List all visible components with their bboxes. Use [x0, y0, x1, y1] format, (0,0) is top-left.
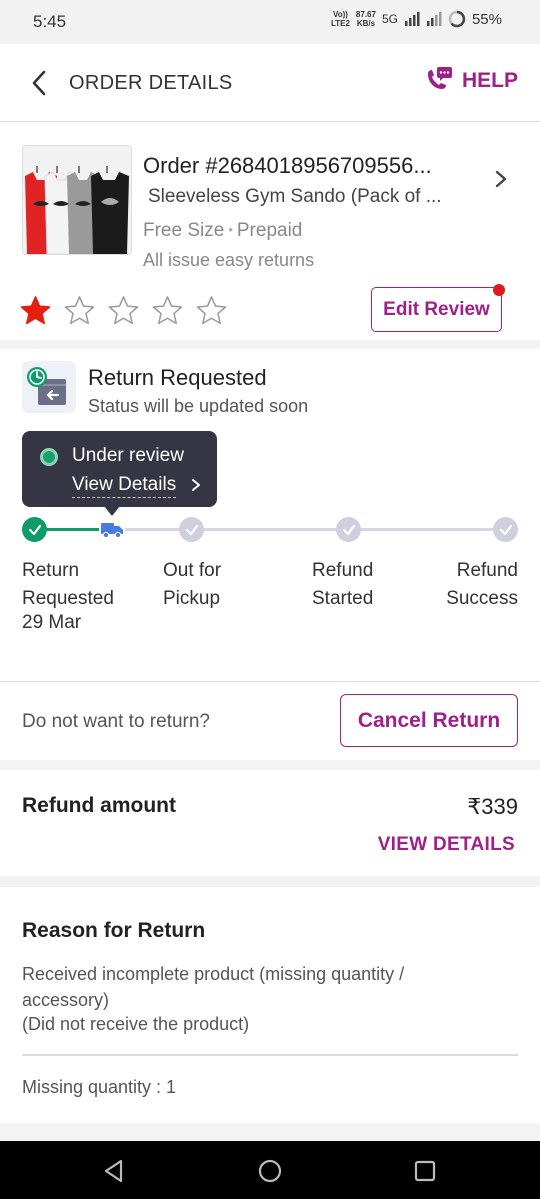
nav-home-icon[interactable] — [257, 1158, 283, 1184]
network-type: 5G — [381, 12, 398, 26]
section-divider — [0, 1123, 540, 1141]
stage-node-return-requested — [22, 517, 47, 542]
product-image — [23, 146, 131, 254]
stage-node-out-for-pickup — [179, 517, 204, 542]
missing-quantity: Missing quantity : 1 — [22, 1077, 177, 1097]
payment-label: Prepaid — [236, 220, 303, 241]
check-icon — [185, 524, 198, 535]
section-divider — [0, 760, 540, 770]
stage-node-refund-success — [493, 517, 518, 542]
truck-icon — [99, 518, 125, 540]
phone-chat-icon — [427, 67, 452, 89]
app-header: ORDER DETAILS HELP — [0, 44, 540, 122]
refund-amount-value: ₹339 — [467, 794, 518, 819]
refund-amount-label: Refund amount — [22, 794, 176, 817]
status-bar: 5:45 Vo)) LTE2 87.67 KB/s 5G 55% — [0, 0, 540, 44]
reason-sub-text: (Did not receive the product) — [22, 1014, 250, 1034]
stage-label-refund-started: Refund Started — [312, 560, 374, 609]
signal-icon — [404, 12, 420, 26]
returns-note: All issue easy returns — [143, 250, 315, 270]
page-title: ORDER DETAILS — [69, 72, 233, 94]
separator-dot: • — [228, 222, 233, 237]
check-icon — [499, 524, 512, 535]
stage-label-return-requested: Return Requested — [22, 560, 114, 609]
edit-review-button[interactable]: Edit Review — [371, 287, 502, 332]
product-name: Sleeveless Gym Sando (Pack of ... — [148, 186, 442, 207]
divider — [22, 1054, 518, 1056]
cancel-return-row: Do not want to return? Cancel Return — [0, 681, 540, 760]
help-label: HELP — [461, 69, 518, 92]
product-thumbnail[interactable] — [22, 145, 132, 255]
cancel-return-button[interactable]: Cancel Return — [340, 694, 518, 747]
reason-text: Received incomplete product (missing qua… — [22, 964, 405, 1010]
size-label: Free Size — [143, 220, 225, 241]
signal-icon-2 — [426, 12, 442, 26]
order-id: Order #2684018956709556... — [143, 153, 432, 178]
order-meta: Free Size • Prepaid — [143, 220, 302, 242]
system-nav-bar — [0, 1141, 540, 1199]
return-box-icon — [22, 361, 76, 413]
stage-label-refund-success: Refund Success — [446, 560, 518, 609]
return-status-title: Return Requested — [88, 365, 267, 390]
star-icon[interactable] — [64, 295, 95, 326]
volte-indicator: Vo)) LTE2 — [330, 10, 350, 28]
stage-label-out-for-pickup: Out for Pickup — [163, 560, 222, 609]
battery-level: 55% — [471, 10, 502, 28]
status-tooltip: Under review View Details — [22, 431, 217, 507]
network-speed: 87.67 KB/s — [355, 10, 376, 28]
stage-date: 29 Mar — [22, 612, 82, 633]
view-details-button[interactable]: VIEW DETAILS — [378, 834, 515, 856]
status-time: 5:45 — [33, 12, 67, 31]
star-icon[interactable] — [152, 295, 183, 326]
rating-stars — [20, 295, 227, 326]
refund-section: Refund amount ₹339 VIEW DETAILS — [0, 770, 540, 876]
stage-node-refund-started — [336, 517, 361, 542]
battery-icon — [448, 10, 466, 28]
reason-section: Reason for Return Received incomplete pr… — [0, 887, 540, 1123]
order-card: Order #2684018956709556... Sleeveless Gy… — [0, 123, 540, 340]
star-icon[interactable] — [196, 295, 227, 326]
check-icon — [342, 524, 355, 535]
nav-recents-icon[interactable] — [412, 1158, 438, 1184]
check-icon — [28, 524, 41, 535]
section-divider — [0, 876, 540, 887]
reason-title: Reason for Return — [22, 919, 206, 942]
status-indicators: Vo)) LTE2 87.67 KB/s 5G 55% — [331, 10, 502, 28]
return-status-subtitle: Status will be updated soon — [88, 396, 309, 416]
star-icon[interactable] — [20, 295, 51, 326]
section-divider — [0, 340, 540, 349]
star-icon[interactable] — [108, 295, 139, 326]
cancel-question: Do not want to return? — [22, 711, 210, 732]
back-arrow-icon[interactable] — [26, 66, 56, 100]
chevron-right-icon[interactable] — [492, 169, 510, 189]
nav-back-icon[interactable] — [101, 1158, 127, 1184]
tooltip-status: Under review — [72, 445, 184, 466]
status-dot-icon — [40, 448, 58, 466]
progress-tracker — [0, 514, 540, 554]
view-details-link[interactable]: View Details — [72, 474, 177, 498]
return-status-section: Return Requested Status will be updated … — [0, 349, 540, 679]
notification-dot — [493, 284, 505, 296]
help-button[interactable]: HELP — [424, 66, 518, 96]
chevron-right-icon — [192, 479, 200, 491]
